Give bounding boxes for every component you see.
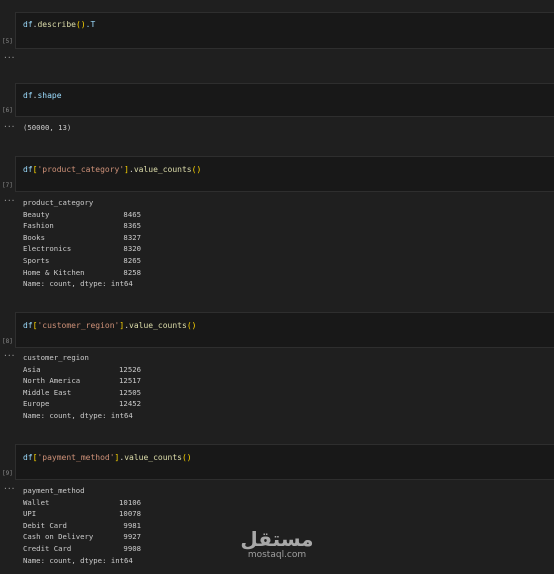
code-token: () bbox=[181, 453, 192, 462]
output-row: Home & Kitchen 8258 bbox=[23, 267, 141, 279]
code-token: df bbox=[23, 453, 33, 462]
code-token: df bbox=[23, 91, 33, 100]
output-row-value: 12452 bbox=[119, 399, 141, 409]
code-line[interactable]: df.shape bbox=[23, 91, 62, 100]
output-row-label: Asia bbox=[23, 364, 41, 374]
output-menu-icon[interactable]: ··· bbox=[3, 53, 15, 62]
output-row-value: 8365 bbox=[123, 221, 141, 231]
code-line[interactable]: df['customer_region'].value_counts() bbox=[23, 321, 196, 330]
code-token: describe bbox=[37, 20, 76, 29]
output-row: UPI 10078 bbox=[23, 508, 141, 520]
output-row-label: Middle East bbox=[23, 387, 72, 397]
code-token: shape bbox=[37, 91, 62, 100]
code-editor[interactable] bbox=[15, 444, 554, 480]
code-token: value_counts bbox=[133, 165, 192, 174]
output-menu-icon[interactable]: ··· bbox=[3, 122, 15, 131]
output-row-value: 8258 bbox=[123, 267, 141, 277]
output-row-label: Cash on Delivery bbox=[23, 532, 94, 542]
output-row-label: Sports bbox=[23, 255, 50, 265]
output-series: payment_method Wallet 10106 UPI 10078 Debit C… bbox=[23, 485, 141, 566]
code-editor[interactable] bbox=[15, 12, 554, 49]
output-row: Middle East 12505 bbox=[23, 387, 141, 399]
output-row: Electronics 8320 bbox=[23, 243, 141, 255]
output-menu-icon[interactable]: ··· bbox=[3, 351, 15, 360]
mostaql-watermark: مستقل mostaql.com bbox=[240, 528, 314, 568]
output-footer: Name: count, dtype: int64 bbox=[23, 279, 133, 289]
execution-count: [9] bbox=[2, 470, 13, 477]
output-text: (50000, 13) bbox=[23, 123, 72, 132]
output-header: customer_region bbox=[23, 353, 89, 362]
output-row: Sports 8265 bbox=[23, 255, 141, 267]
output-row-value: 12517 bbox=[119, 376, 141, 386]
output-row-value: 9927 bbox=[123, 532, 141, 542]
code-token: df bbox=[23, 20, 33, 29]
output-row-label: UPI bbox=[23, 509, 37, 519]
output-row-value: 9908 bbox=[123, 543, 141, 553]
output-row-value: 12526 bbox=[119, 364, 141, 374]
code-editor[interactable] bbox=[15, 156, 554, 192]
output-header: payment_method bbox=[23, 486, 85, 495]
output-row-value: 10106 bbox=[119, 497, 141, 507]
output-series: product_category Beauty 8465 Fashion 8365 Boo… bbox=[23, 197, 141, 290]
output-row: Asia 12526 bbox=[23, 364, 141, 376]
output-row-label: Wallet bbox=[23, 497, 50, 507]
watermark-arabic-text: مستقل bbox=[240, 527, 314, 551]
output-row-value: 8265 bbox=[123, 255, 141, 265]
code-editor[interactable] bbox=[15, 312, 554, 348]
output-row-label: Electronics bbox=[23, 244, 72, 254]
execution-count: [8] bbox=[2, 338, 13, 345]
output-footer: Name: count, dtype: int64 bbox=[23, 410, 133, 420]
output-header: product_category bbox=[23, 198, 94, 207]
output-row: Books 8327 bbox=[23, 232, 141, 244]
output-row-value: 8327 bbox=[123, 232, 141, 242]
output-row-label: Home & Kitchen bbox=[23, 267, 85, 277]
output-row-value: 8465 bbox=[123, 209, 141, 219]
code-token: () bbox=[186, 321, 197, 330]
code-token: () bbox=[76, 20, 86, 29]
output-row-value: 9981 bbox=[123, 520, 141, 530]
output-menu-icon[interactable]: ··· bbox=[3, 196, 15, 205]
output-row: Credit Card 9908 bbox=[23, 543, 141, 555]
watermark-latin-text: mostaql.com bbox=[247, 550, 307, 560]
output-row-label: Beauty bbox=[23, 209, 50, 219]
output-row: North America 12517 bbox=[23, 375, 141, 387]
code-token: 'payment_method' bbox=[37, 453, 115, 462]
code-token: value_counts bbox=[124, 453, 182, 462]
output-footer: Name: count, dtype: int64 bbox=[23, 555, 133, 565]
execution-count: [5] bbox=[2, 38, 13, 45]
code-token: value_counts bbox=[129, 321, 187, 330]
code-token: .T bbox=[85, 20, 96, 29]
code-editor[interactable] bbox=[15, 83, 554, 117]
output-menu-icon[interactable]: ··· bbox=[3, 484, 15, 493]
code-token: 'customer_region' bbox=[37, 321, 120, 330]
output-row-value: 8320 bbox=[123, 244, 141, 254]
output-series: customer_region Asia 12526 North America 125… bbox=[23, 352, 141, 422]
output-row: Beauty 8465 bbox=[23, 209, 141, 221]
output-row-value: 10078 bbox=[119, 509, 141, 519]
output-row: Europe 12452 bbox=[23, 398, 141, 410]
execution-count: [7] bbox=[2, 182, 13, 189]
output-row: Fashion 8365 bbox=[23, 220, 141, 232]
output-row: Debit Card 9981 bbox=[23, 520, 141, 532]
output-row-label: Fashion bbox=[23, 221, 54, 231]
output-row-label: Credit Card bbox=[23, 543, 72, 553]
output-row-value: 12505 bbox=[119, 387, 141, 397]
execution-count: [6] bbox=[2, 107, 13, 114]
output-row-label: Debit Card bbox=[23, 520, 67, 530]
output-row-label: Europe bbox=[23, 399, 50, 409]
output-row-label: Books bbox=[23, 232, 45, 242]
code-line[interactable]: df.describe().T bbox=[23, 20, 95, 29]
output-row: Cash on Delivery 9927 bbox=[23, 531, 141, 543]
code-line[interactable]: df['payment_method'].value_counts() bbox=[23, 453, 192, 462]
code-line[interactable]: df['product_category'].value_counts() bbox=[23, 165, 201, 174]
code-token: df bbox=[23, 165, 33, 174]
output-row: Wallet 10106 bbox=[23, 497, 141, 509]
code-token: () bbox=[191, 165, 202, 174]
code-token: 'product_category' bbox=[37, 165, 125, 174]
code-token: df bbox=[23, 321, 33, 330]
output-row-label: North America bbox=[23, 376, 81, 386]
